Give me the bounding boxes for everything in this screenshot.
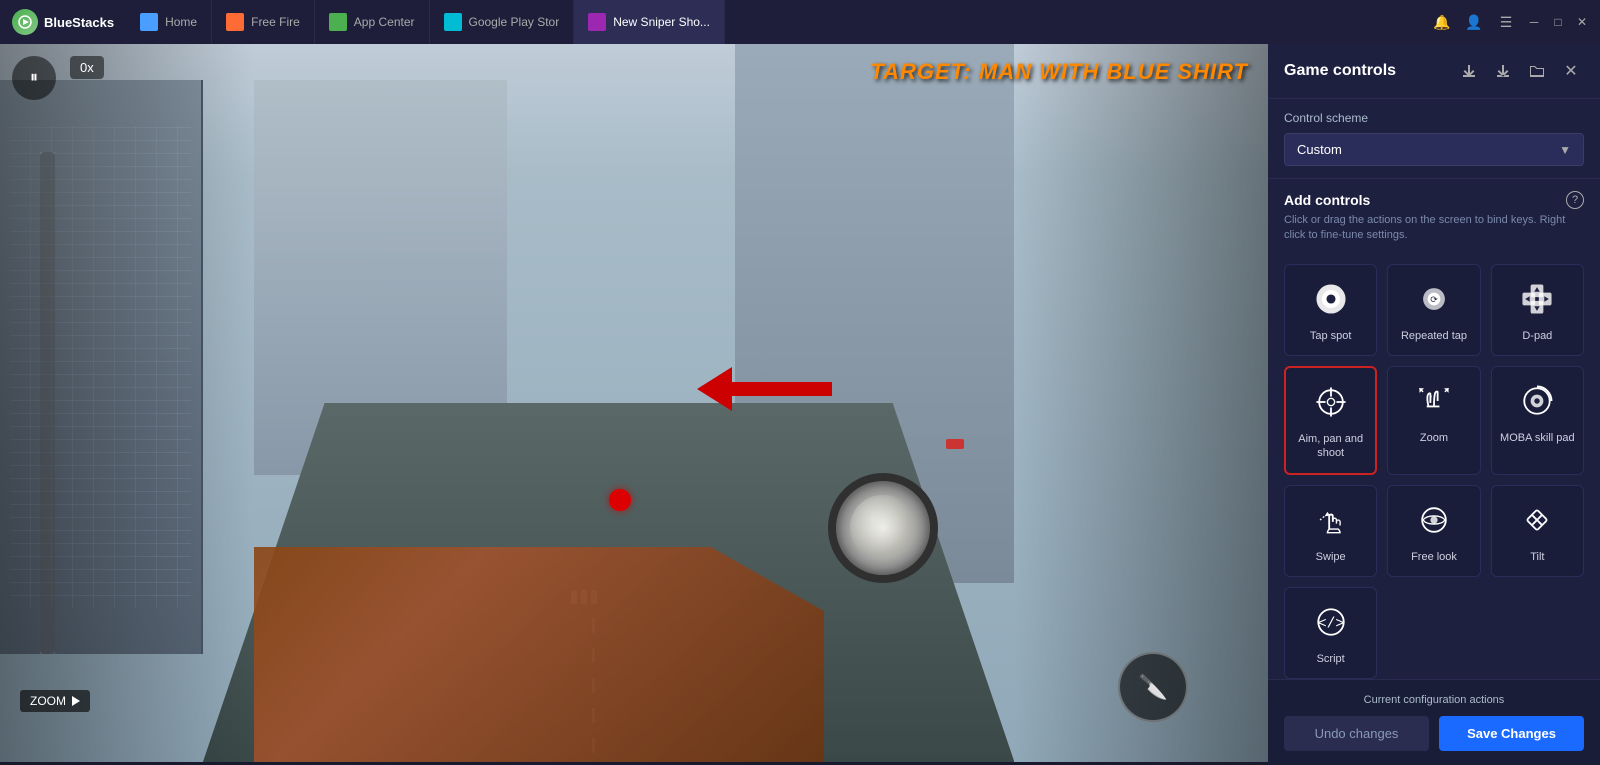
panel-footer: Current configuration actions Undo chang… <box>1268 679 1600 765</box>
aim-pan-shoot-label: Aim, pan and shoot <box>1294 432 1367 461</box>
side-panel: Game controls ✕ Control scheme Custom ▼ <box>1268 44 1600 762</box>
tab-freefire[interactable]: Free Fire <box>212 0 315 44</box>
zoom-ctrl-label: Zoom <box>1420 431 1448 445</box>
tab-googleplay-label: Google Play Stor <box>469 15 560 29</box>
add-controls-description: Click or drag the actions on the screen … <box>1284 213 1584 244</box>
tilt-label: Tilt <box>1530 550 1544 564</box>
undo-changes-button[interactable]: Undo changes <box>1284 716 1429 751</box>
free-look-icon <box>1412 498 1456 542</box>
tab-sniper[interactable]: New Sniper Sho... <box>574 0 725 44</box>
swipe-icon <box>1309 498 1353 542</box>
tab-appcenter[interactable]: App Center <box>315 0 430 44</box>
titlebar-actions: 🔔 👤 ☰ ─ □ ✕ <box>1420 8 1600 36</box>
tab-sniper-label: New Sniper Sho... <box>613 15 710 29</box>
controls-grid: Tap spot ⟳ Repeated tap <box>1268 264 1600 679</box>
tab-home-icon <box>140 13 158 31</box>
control-swipe[interactable]: Swipe <box>1284 485 1377 577</box>
scheme-select[interactable]: Custom ▼ <box>1284 133 1584 166</box>
game-scene: ⏸ 0x TARGET: MAN WITH BLUE SHIRT <box>0 44 1268 762</box>
tab-googleplay[interactable]: Google Play Stor <box>430 0 575 44</box>
tab-appcenter-icon <box>329 13 347 31</box>
add-controls-header: Add controls ? <box>1284 191 1584 209</box>
tab-googleplay-icon <box>444 13 462 31</box>
d-pad-icon <box>1515 277 1559 321</box>
free-look-label: Free look <box>1411 550 1457 564</box>
tab-home[interactable]: Home <box>126 0 212 44</box>
control-aim-pan-shoot[interactable]: Aim, pan and shoot <box>1284 366 1377 475</box>
control-script[interactable]: </> Script <box>1284 587 1377 679</box>
svg-text:</>: </> <box>1318 616 1344 632</box>
tab-freefire-icon <box>226 13 244 31</box>
swipe-label: Swipe <box>1316 550 1346 564</box>
panel-header: Game controls ✕ <box>1268 44 1600 99</box>
main-content: ⏸ 0x TARGET: MAN WITH BLUE SHIRT <box>0 44 1600 762</box>
tab-home-label: Home <box>165 15 197 29</box>
minimize-button[interactable]: ─ <box>1524 12 1544 32</box>
game-viewport[interactable]: ⏸ 0x TARGET: MAN WITH BLUE SHIRT <box>0 44 1268 762</box>
save-changes-button[interactable]: Save Changes <box>1439 716 1584 751</box>
tap-spot-label: Tap spot <box>1310 329 1352 343</box>
control-scheme-section: Control scheme Custom ▼ <box>1268 99 1600 179</box>
app-name: BlueStacks <box>44 15 114 30</box>
footer-buttons: Undo changes Save Changes <box>1284 716 1584 751</box>
tilt-icon <box>1515 498 1559 542</box>
control-repeated-tap[interactable]: ⟳ Repeated tap <box>1387 264 1480 356</box>
tab-freefire-label: Free Fire <box>251 15 300 29</box>
svg-text:⟳: ⟳ <box>1430 294 1438 304</box>
account-button[interactable]: 👤 <box>1460 8 1488 36</box>
pause-button[interactable]: ⏸ <box>12 56 56 100</box>
app-logo: BlueStacks <box>0 9 126 35</box>
script-label: Script <box>1317 652 1345 666</box>
import-button[interactable] <box>1456 58 1482 84</box>
export-button[interactable] <box>1490 58 1516 84</box>
aim-pan-shoot-icon <box>1309 380 1353 424</box>
tap-spot-icon <box>1309 277 1353 321</box>
control-zoom[interactable]: Zoom <box>1387 366 1480 475</box>
repeated-tap-icon: ⟳ <box>1412 277 1456 321</box>
help-icon[interactable]: ? <box>1566 191 1584 209</box>
control-tap-spot[interactable]: Tap spot <box>1284 264 1377 356</box>
panel-title: Game controls <box>1284 62 1396 80</box>
moba-skill-pad-label: MOBA skill pad <box>1500 431 1575 445</box>
tab-bar: Home Free Fire App Center Google Play St… <box>126 0 1420 44</box>
add-controls-section: Add controls ? Click or drag the actions… <box>1268 179 1600 264</box>
maximize-button[interactable]: □ <box>1548 12 1568 32</box>
control-scheme-label: Control scheme <box>1284 111 1584 125</box>
chevron-down-icon: ▼ <box>1559 143 1571 157</box>
logo-icon <box>12 9 38 35</box>
control-d-pad[interactable]: D-pad <box>1491 264 1584 356</box>
knife-button[interactable]: 🔪 <box>1118 652 1188 722</box>
rifle-stock <box>254 547 825 762</box>
close-button[interactable]: ✕ <box>1572 12 1592 32</box>
add-controls-title: Add controls <box>1284 192 1370 208</box>
panel-header-icons: ✕ <box>1456 58 1584 84</box>
scheme-value: Custom <box>1297 142 1342 157</box>
scope-lens <box>828 473 938 583</box>
notification-button[interactable]: 🔔 <box>1428 8 1456 36</box>
d-pad-label: D-pad <box>1522 329 1552 343</box>
control-moba-skill-pad[interactable]: MOBA skill pad <box>1491 366 1584 475</box>
tab-appcenter-label: App Center <box>354 15 415 29</box>
folder-button[interactable] <box>1524 58 1550 84</box>
script-icon: </> <box>1309 600 1353 644</box>
titlebar: BlueStacks Home Free Fire App Center Goo… <box>0 0 1600 44</box>
repeated-tap-label: Repeated tap <box>1401 329 1467 343</box>
config-actions-label: Current configuration actions <box>1284 694 1584 706</box>
panel-close-button[interactable]: ✕ <box>1558 58 1584 84</box>
control-free-look[interactable]: Free look <box>1387 485 1480 577</box>
tab-sniper-icon <box>588 13 606 31</box>
menu-button[interactable]: ☰ <box>1492 8 1520 36</box>
control-tilt[interactable]: Tilt <box>1491 485 1584 577</box>
zoom-icon <box>1412 379 1456 423</box>
moba-skill-pad-icon <box>1515 379 1559 423</box>
